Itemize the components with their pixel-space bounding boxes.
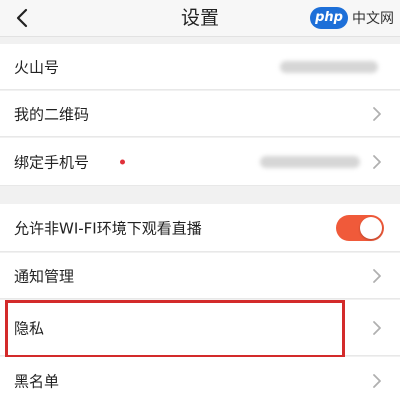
row-bind-phone[interactable]: 绑定手机号 — [0, 138, 400, 186]
chevron-right-icon — [373, 154, 381, 169]
row-huoshan-id[interactable]: 火山号 — [0, 44, 400, 90]
chevron-right-icon — [373, 320, 381, 335]
watermark-text: 中文网 — [352, 11, 394, 27]
privacy-highlight-box — [5, 300, 345, 358]
toggle-knob — [360, 216, 382, 239]
hidden-value — [280, 60, 378, 73]
watermark: php 中文网 — [310, 4, 394, 32]
row-wifi-live: 允许非WI-FI环境下观看直播 — [0, 204, 400, 252]
top-bar: 设置 php 中文网 — [0, 0, 400, 37]
chevron-right-icon — [373, 373, 381, 388]
row-notifications[interactable]: 通知管理 — [0, 253, 400, 299]
chevron-right-icon — [373, 106, 381, 121]
row-label: 允许非WI-FI环境下观看直播 — [14, 219, 202, 237]
hidden-value — [260, 155, 360, 168]
row-label: 通知管理 — [14, 267, 75, 285]
wifi-live-toggle[interactable] — [336, 214, 384, 241]
row-label: 火山号 — [14, 58, 60, 76]
chevron-right-icon — [373, 268, 381, 283]
row-label: 我的二维码 — [14, 105, 90, 123]
row-qr-code[interactable]: 我的二维码 — [0, 91, 400, 137]
red-dot-indicator — [120, 159, 125, 164]
row-label: 黑名单 — [14, 372, 60, 390]
row-label: 绑定手机号 — [14, 153, 90, 171]
watermark-logo: php — [310, 7, 348, 29]
row-blacklist[interactable]: 黑名单 — [0, 357, 400, 404]
